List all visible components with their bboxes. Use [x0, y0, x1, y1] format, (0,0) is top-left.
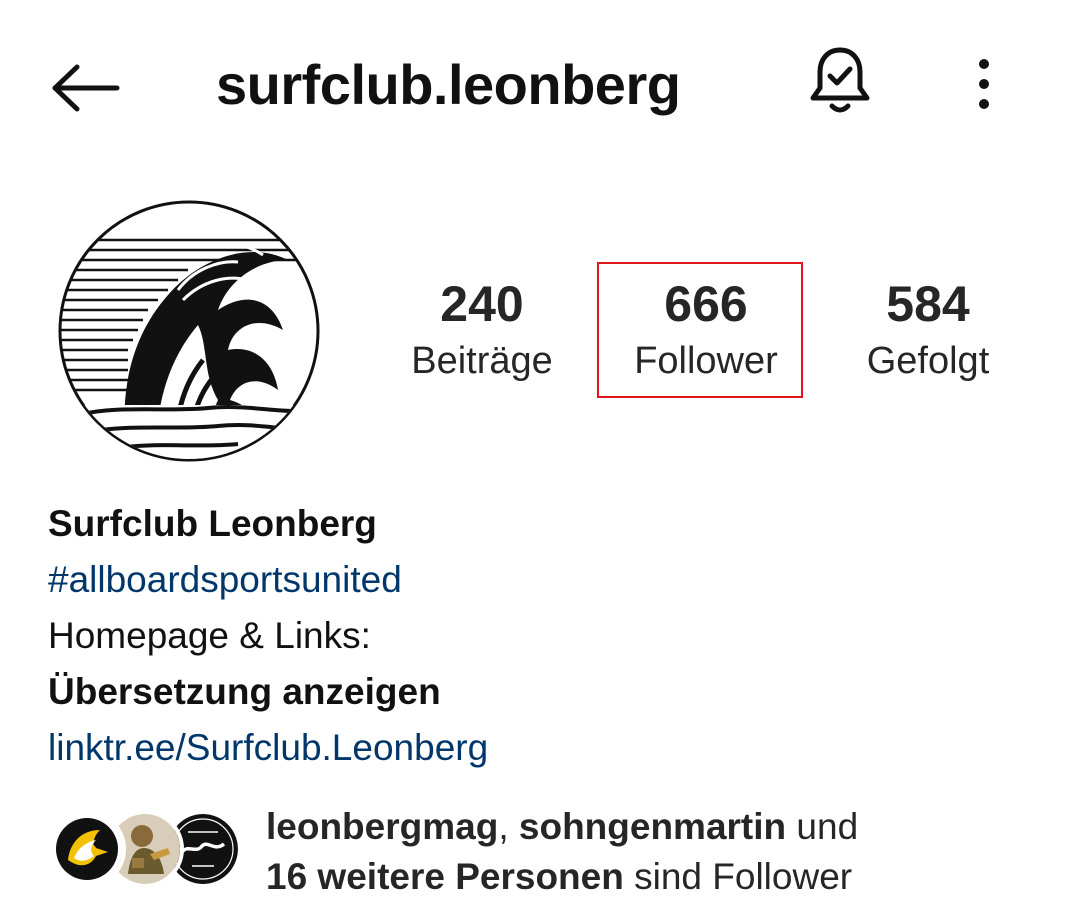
stat-following[interactable]: 584 Gefolgt [828, 272, 1028, 386]
profile-bio: Surfclub Leonberg #allboardsportsunited … [48, 496, 1028, 776]
arrow-left-icon [52, 64, 120, 112]
followed-by-text: leonbergmag, sohngenmartin und 16 weitere… [266, 806, 859, 897]
stat-followers[interactable]: 666 Follower [606, 272, 806, 386]
following-label: Gefolgt [866, 340, 990, 382]
bio-display-name: Surfclub Leonberg [48, 503, 377, 544]
followers-label: Follower [634, 340, 778, 382]
back-button[interactable] [40, 50, 130, 126]
top-bar: surfclub.leonberg [0, 0, 1080, 170]
posts-count: 240 [440, 276, 524, 332]
other-followers-count[interactable]: 16 weitere Personen [266, 856, 624, 897]
followers-count: 666 [664, 276, 748, 332]
wave-logo-image [58, 200, 320, 462]
followed-by-section[interactable]: leonbergmag, sohngenmartin und 16 weitere… [48, 800, 1048, 912]
notification-button[interactable] [800, 40, 880, 120]
follower-name-1[interactable]: leonbergmag [266, 806, 498, 847]
following-count: 584 [886, 276, 970, 332]
follower-name-2[interactable]: sohngenmartin [519, 806, 786, 847]
vertical-dots-icon [979, 59, 989, 109]
posts-label: Beiträge [411, 340, 553, 382]
bio-hashtag[interactable]: #allboardsportsunited [48, 552, 1028, 608]
bio-text: Homepage & Links: [48, 615, 371, 656]
translate-button[interactable]: Übersetzung anzeigen [48, 664, 1028, 720]
more-options-button[interactable] [954, 46, 1014, 122]
bio-website-link[interactable]: linktr.ee/Surfclub.Leonberg [48, 720, 1028, 776]
stat-posts[interactable]: 240 Beiträge [382, 272, 582, 386]
bell-check-icon [810, 47, 870, 113]
profile-username: surfclub.leonberg [216, 53, 681, 116]
eagle-logo-image [52, 814, 122, 884]
profile-avatar[interactable] [58, 200, 320, 462]
follower-avatar-leonbergmag [48, 810, 126, 888]
